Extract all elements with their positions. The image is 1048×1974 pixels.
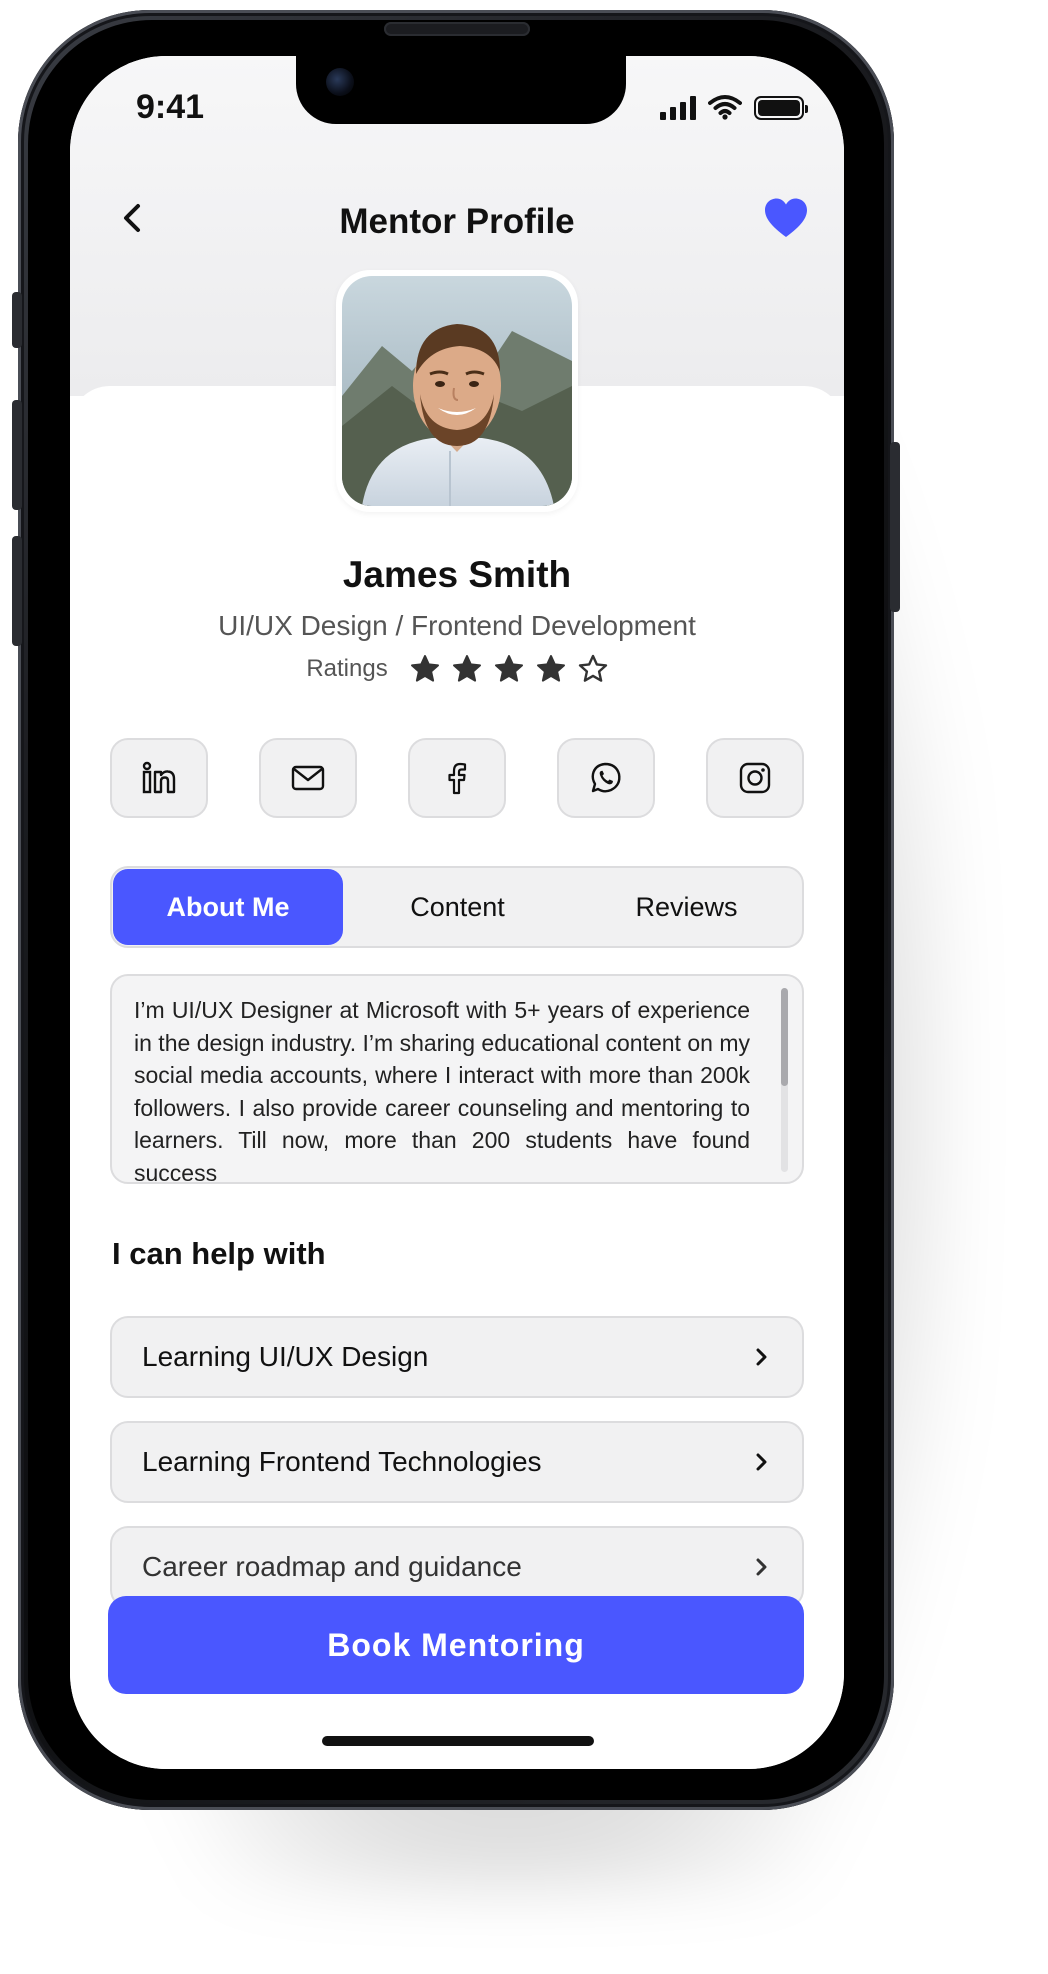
front-camera-icon bbox=[326, 68, 354, 96]
tab-about-me[interactable]: About Me bbox=[113, 869, 343, 945]
rating-stars bbox=[410, 654, 608, 684]
star-filled-icon bbox=[452, 655, 481, 682]
battery-icon bbox=[754, 96, 808, 120]
ratings-row: Ratings bbox=[70, 654, 844, 684]
instagram-button[interactable] bbox=[706, 738, 804, 818]
cellular-signal-icon bbox=[660, 96, 696, 120]
favorite-button[interactable] bbox=[762, 196, 810, 240]
whatsapp-icon bbox=[591, 762, 621, 793]
help-section-title: I can help with bbox=[112, 1236, 326, 1271]
facebook-icon bbox=[448, 762, 467, 795]
app-screen: 9:41 Mentor Profile James Smith UI/UX De… bbox=[70, 56, 844, 1769]
star-filled-icon bbox=[410, 655, 439, 682]
status-time: 9:41 bbox=[136, 88, 205, 126]
instagram-icon bbox=[739, 762, 771, 794]
email-button[interactable] bbox=[259, 738, 357, 818]
mute-switch bbox=[12, 292, 22, 348]
mentor-expertise: UI/UX Design / Frontend Development bbox=[218, 610, 696, 641]
nav-bar: Mentor Profile bbox=[70, 186, 844, 256]
facebook-button[interactable] bbox=[408, 738, 506, 818]
scrollbar-thumb[interactable] bbox=[781, 988, 788, 1086]
volume-up-button bbox=[12, 400, 22, 510]
linkedin-button[interactable] bbox=[110, 738, 208, 818]
profile-tabs: About Me Content Reviews bbox=[110, 866, 804, 948]
power-button bbox=[890, 442, 900, 612]
chevron-right-icon bbox=[756, 1348, 767, 1366]
ratings-label: Ratings bbox=[306, 655, 388, 682]
chevron-right-icon bbox=[756, 1558, 767, 1576]
status-icons bbox=[660, 94, 808, 120]
help-item-frontend[interactable]: Learning Frontend Technologies bbox=[110, 1421, 804, 1503]
help-item-label: Career roadmap and guidance bbox=[142, 1551, 522, 1582]
tab-reviews[interactable]: Reviews bbox=[572, 869, 801, 945]
whatsapp-button[interactable] bbox=[557, 738, 655, 818]
help-item-uiux[interactable]: Learning UI/UX Design bbox=[110, 1316, 804, 1398]
about-panel[interactable]: I’m UI/UX Designer at Microsoft with 5+ … bbox=[110, 974, 804, 1184]
home-indicator[interactable] bbox=[322, 1736, 594, 1746]
mentor-photo bbox=[342, 276, 572, 506]
tab-content[interactable]: Content bbox=[343, 869, 572, 945]
about-text: I’m UI/UX Designer at Microsoft with 5+ … bbox=[134, 997, 750, 1184]
star-filled-icon bbox=[494, 655, 523, 682]
earpiece-speaker bbox=[384, 22, 530, 36]
linkedin-icon bbox=[142, 761, 176, 794]
chevron-right-icon bbox=[756, 1453, 767, 1471]
avatar bbox=[336, 270, 578, 512]
notch bbox=[296, 56, 626, 124]
star-filled-icon bbox=[536, 655, 565, 682]
volume-down-button bbox=[12, 536, 22, 646]
mail-icon bbox=[291, 765, 325, 791]
book-mentoring-button[interactable]: Book Mentoring bbox=[108, 1596, 804, 1694]
heart-icon bbox=[765, 198, 807, 237]
about-scrollbar[interactable] bbox=[781, 988, 788, 1172]
help-item-label: Learning UI/UX Design bbox=[142, 1341, 429, 1372]
help-item-label: Learning Frontend Technologies bbox=[142, 1446, 542, 1477]
mentor-name: James Smith bbox=[342, 554, 572, 595]
wifi-icon bbox=[708, 95, 742, 120]
page-title: Mentor Profile bbox=[339, 202, 575, 241]
social-links bbox=[110, 738, 804, 818]
star-empty-icon bbox=[578, 654, 607, 682]
